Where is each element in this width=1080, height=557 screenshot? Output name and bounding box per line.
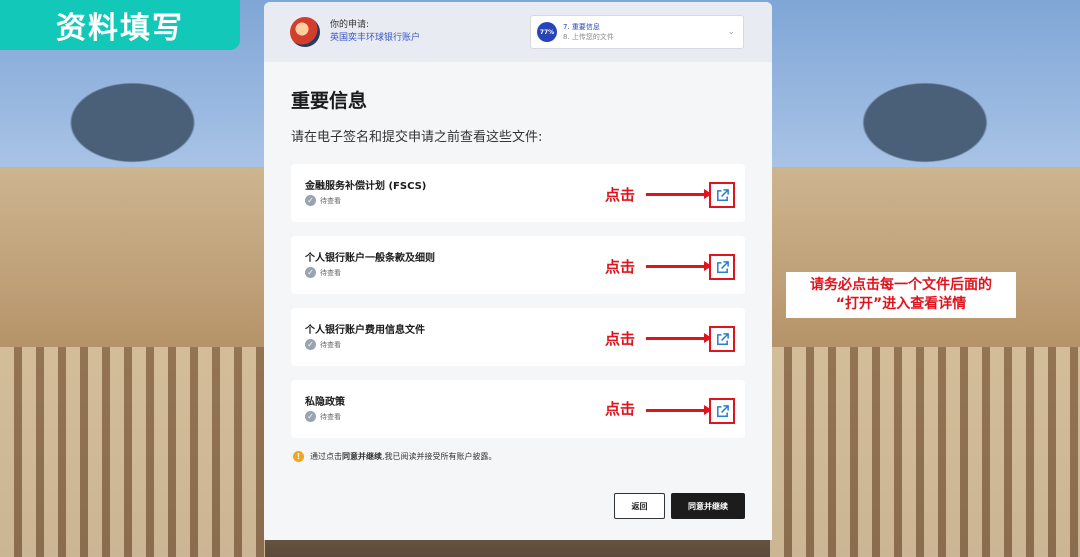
document-status: ✓ 待查看 <box>305 339 341 350</box>
panel-header: 你的申请: 英国奕丰环球银行账户 77% 7. 重要信息 8. 上传您的文件 ⌄ <box>264 2 772 62</box>
title-banner: 资料填写 <box>0 0 240 50</box>
check-circle-icon: ✓ <box>305 267 316 278</box>
banner-title: 资料填写 <box>56 11 184 46</box>
application-panel: 你的申请: 英国奕丰环球银行账户 77% 7. 重要信息 8. 上传您的文件 ⌄… <box>264 2 772 540</box>
external-link-icon <box>716 332 729 345</box>
open-document-button[interactable] <box>709 182 735 208</box>
back-button[interactable]: 返回 <box>614 493 665 519</box>
notice-bold: 同意并继续 <box>342 452 382 461</box>
agree-continue-button[interactable]: 同意并继续 <box>671 493 745 519</box>
document-title: 私隐政策 <box>305 397 345 408</box>
arrow-right-icon <box>646 405 712 415</box>
consent-notice: ! 通过点击 同意并继续 ,我已阅读并接受所有账户披露。 <box>293 451 497 462</box>
status-text: 待查看 <box>320 340 341 349</box>
check-circle-icon: ✓ <box>305 411 316 422</box>
document-card-privacy: 私隐政策 ✓ 待查看 点击 <box>291 380 745 438</box>
external-link-icon <box>716 188 729 201</box>
open-document-button[interactable] <box>709 326 735 352</box>
document-title: 个人银行账户一般条款及细则 <box>305 253 435 264</box>
status-text: 待查看 <box>320 268 341 277</box>
application-value: 英国奕丰环球银行账户 <box>330 33 421 43</box>
notice-prefix: 通过点击 <box>310 452 342 461</box>
check-circle-icon: ✓ <box>305 195 316 206</box>
document-status: ✓ 待查看 <box>305 411 341 422</box>
warning-icon: ! <box>293 451 304 462</box>
colonnade-left <box>0 347 265 557</box>
arrow-right-icon <box>646 261 712 271</box>
document-title: 个人银行账户费用信息文件 <box>305 325 425 336</box>
callout-line-1: 请务必点击每一个文件后面的 <box>810 277 992 293</box>
application-info: 你的申请: 英国奕丰环球银行账户 <box>330 19 420 45</box>
page-subtitle: 请在电子签名和提交申请之前查看这些文件: <box>291 130 543 145</box>
external-link-icon <box>716 260 729 273</box>
arrow-right-icon <box>646 333 712 343</box>
click-annotation: 点击 <box>605 400 636 418</box>
open-document-button[interactable] <box>709 398 735 424</box>
callout-line-2: “打开”进入查看详情 <box>835 296 967 312</box>
instruction-callout: 请务必点击每一个文件后面的 “打开”进入查看详情 <box>786 272 1016 318</box>
step-selector[interactable]: 77% 7. 重要信息 8. 上传您的文件 ⌄ <box>530 15 744 49</box>
notice-suffix: ,我已阅读并接受所有账户披露。 <box>382 452 497 461</box>
click-annotation: 点击 <box>605 330 636 348</box>
document-status: ✓ 待查看 <box>305 195 341 206</box>
arrow-right-icon <box>646 189 712 199</box>
progress-indicator: 77% <box>537 22 557 42</box>
avatar <box>290 17 320 47</box>
colonnade-right <box>770 347 1080 557</box>
click-annotation: 点击 <box>605 258 636 276</box>
document-card-terms: 个人银行账户一般条款及细则 ✓ 待查看 点击 <box>291 236 745 294</box>
document-card-fscs: 金融服务补偿计划 (FSCS) ✓ 待查看 点击 <box>291 164 745 222</box>
status-text: 待查看 <box>320 196 341 205</box>
open-document-button[interactable] <box>709 254 735 280</box>
chevron-down-icon[interactable]: ⌄ <box>727 27 735 37</box>
next-step: 8. 上传您的文件 <box>563 33 614 41</box>
click-annotation: 点击 <box>605 186 636 204</box>
status-text: 待查看 <box>320 412 341 421</box>
document-title: 金融服务补偿计划 (FSCS) <box>305 181 427 192</box>
document-status: ✓ 待查看 <box>305 267 341 278</box>
current-step: 7. 重要信息 <box>563 23 600 31</box>
check-circle-icon: ✓ <box>305 339 316 350</box>
external-link-icon <box>716 404 729 417</box>
document-card-fees: 个人银行账户费用信息文件 ✓ 待查看 点击 <box>291 308 745 366</box>
application-label: 你的申请: <box>330 20 370 30</box>
page-title: 重要信息 <box>291 90 368 112</box>
